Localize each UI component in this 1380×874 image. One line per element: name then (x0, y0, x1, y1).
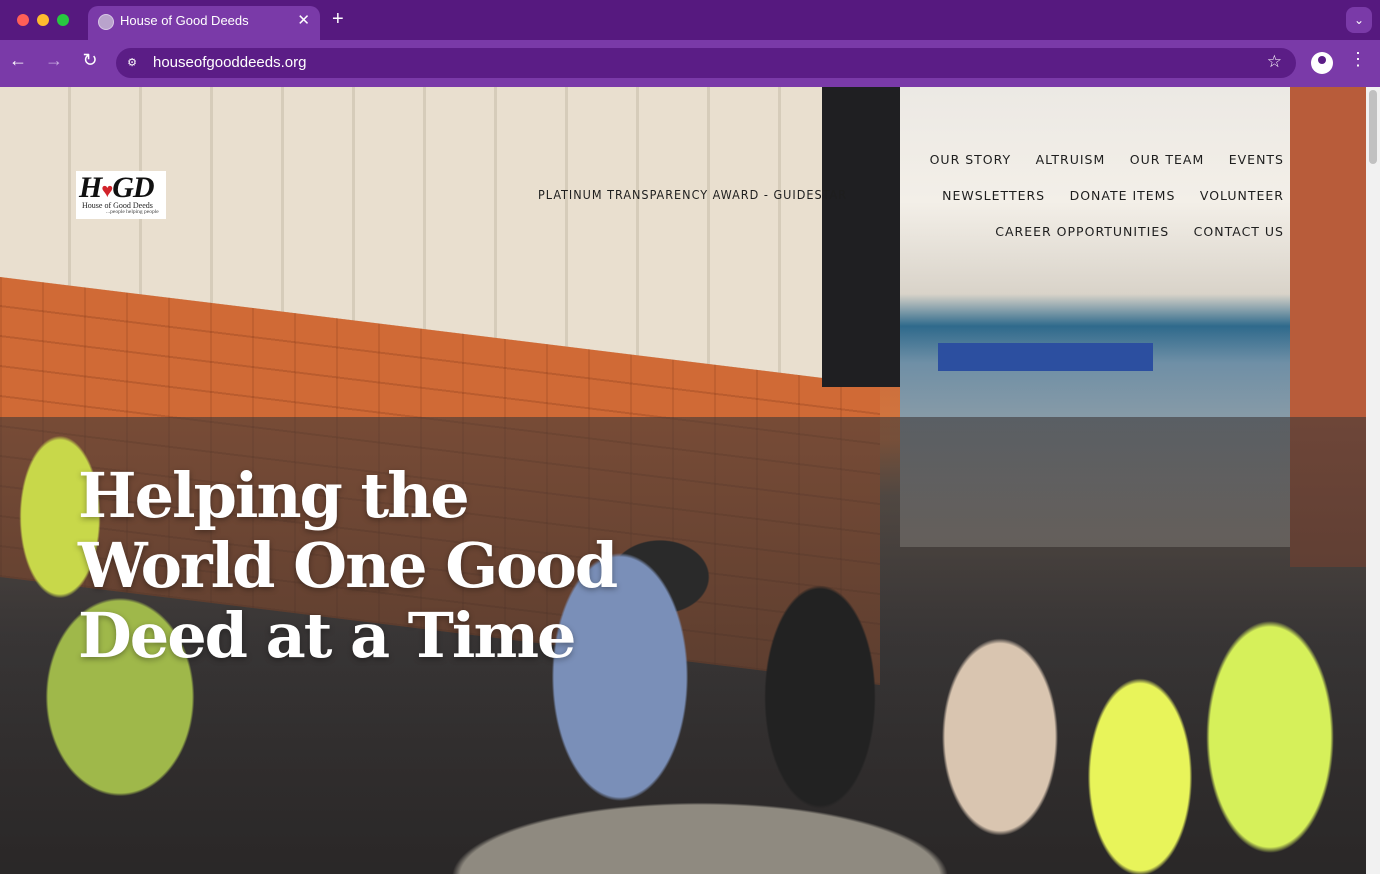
tab-title: House of Good Deeds (120, 13, 249, 28)
tab-search-button[interactable]: ⌄ (1346, 7, 1372, 33)
maximize-window-button[interactable] (57, 14, 69, 26)
nav-link-volunteer[interactable]: VOLUNTEER (1200, 188, 1284, 203)
tune-icon[interactable]: ⚙ (124, 55, 140, 71)
page-viewport: H♥GD House of Good Deeds ...people helpi… (0, 87, 1366, 874)
logo-mark: H♥GD (79, 171, 155, 204)
nav-link-our-team[interactable]: OUR TEAM (1130, 152, 1205, 167)
nav-link-career-opportunities[interactable]: CAREER OPPORTUNITIES (995, 224, 1169, 239)
back-button[interactable]: ← (6, 50, 30, 71)
minimize-window-button[interactable] (37, 14, 49, 26)
address-bar[interactable]: ⚙ houseofgooddeeds.org ☆ (116, 48, 1296, 78)
browser-toolbar: ← → ↻ ⚙ houseofgooddeeds.org ☆ ⋮ (0, 40, 1380, 87)
nav-link-our-story[interactable]: OUR STORY (930, 152, 1012, 167)
scrollbar-thumb[interactable] (1369, 90, 1377, 164)
globe-icon (98, 14, 114, 30)
forward-button[interactable]: → (42, 50, 66, 71)
hero-photo-sign (938, 343, 1153, 371)
tab-strip: House of Good Deeds ✕ + ⌄ (0, 0, 1380, 40)
nav-link-altruism[interactable]: ALTRUISM (1036, 152, 1106, 167)
new-tab-button[interactable]: + (332, 7, 344, 31)
url-text[interactable]: houseofgooddeeds.org (153, 54, 306, 71)
reload-button[interactable]: ↻ (78, 50, 102, 71)
profile-icon[interactable] (1311, 52, 1333, 74)
close-window-button[interactable] (17, 14, 29, 26)
page-scrollbar[interactable] (1366, 87, 1380, 874)
close-tab-button[interactable]: ✕ (297, 11, 310, 29)
nav-row-2: NEWSLETTERS DONATE ITEMS VOLUNTEER (922, 187, 1284, 205)
nav-link-platinum-award[interactable]: PLATINUM TRANSPARENCY AWARD - GUIDESTAR (538, 187, 847, 202)
browser-chrome: House of Good Deeds ✕ + ⌄ ← → ↻ ⚙ houseo… (0, 0, 1380, 87)
nav-row-1: OUR STORY ALTRUISM OUR TEAM EVENTS (910, 151, 1284, 169)
nav-link-donate-items[interactable]: DONATE ITEMS (1070, 188, 1176, 203)
heart-icon: ♥ (101, 180, 113, 202)
star-icon[interactable]: ☆ (1267, 52, 1282, 72)
site-logo[interactable]: H♥GD House of Good Deeds ...people helpi… (76, 171, 166, 219)
browser-tab[interactable]: House of Good Deeds ✕ (88, 6, 320, 40)
kebab-menu-icon[interactable]: ⋮ (1348, 49, 1368, 70)
nav-row-3: CAREER OPPORTUNITIES CONTACT US (975, 223, 1284, 241)
nav-link-newsletters[interactable]: NEWSLETTERS (942, 188, 1045, 203)
hero-heading: Helping the World One Good Deed at a Tim… (78, 459, 618, 672)
nav-link-events[interactable]: EVENTS (1229, 152, 1284, 167)
hero-photo-screen (822, 87, 902, 387)
nav-link-contact-us[interactable]: CONTACT US (1194, 224, 1284, 239)
logo-tagline: ...people helping people (106, 209, 159, 215)
